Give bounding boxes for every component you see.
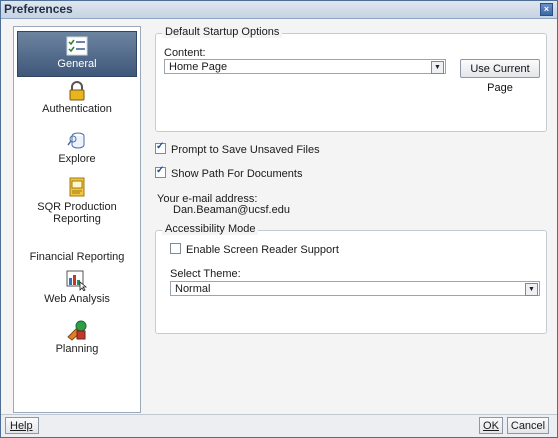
dropdown-arrow-icon[interactable]: ▼: [525, 283, 538, 296]
sidebar-item-explore[interactable]: Explore: [14, 131, 140, 171]
theme-select-value: Normal: [175, 283, 211, 295]
title-bar[interactable]: Preferences ×: [1, 1, 557, 19]
planning-icon: [67, 320, 87, 341]
theme-label: Select Theme:: [170, 268, 241, 280]
ok-button[interactable]: OK: [479, 417, 503, 434]
close-icon[interactable]: ×: [540, 3, 553, 16]
prompt-save-checkbox[interactable]: [155, 141, 166, 154]
screen-reader-checkbox[interactable]: [170, 243, 181, 254]
report-icon: [69, 177, 85, 197]
sidebar-item-planning[interactable]: Planning: [14, 319, 140, 361]
chart-icon: [66, 270, 88, 291]
content-select-value: Home Page: [169, 61, 228, 73]
category-sidebar: General Authentication Explore SQR Produ…: [13, 26, 141, 413]
show-path-label: Show Path For Documents: [171, 168, 303, 180]
cancel-button[interactable]: Cancel: [507, 417, 549, 434]
content-select[interactable]: Home Page ▼: [164, 59, 446, 74]
sidebar-item-label: SQR Production Reporting: [37, 201, 117, 225]
show-path-checkbox[interactable]: [155, 165, 166, 178]
startup-options-legend: Default Startup Options: [162, 26, 283, 38]
sidebar-item-label: Planning: [55, 343, 99, 355]
accessibility-legend: Accessibility Mode: [162, 223, 259, 235]
dialog-footer: Help OK Cancel: [1, 414, 557, 437]
sidebar-item-label: Authentication: [42, 103, 112, 115]
use-current-page-button[interactable]: Use Current Page: [460, 59, 540, 94]
accessibility-group: Accessibility Mode Enable Screen Reader …: [155, 223, 547, 334]
preferences-dialog: Preferences × General Authentication Exp…: [0, 0, 558, 438]
prompt-save-option[interactable]: Prompt to Save Unsaved Files: [155, 141, 320, 156]
dropdown-arrow-icon[interactable]: ▼: [431, 61, 444, 74]
theme-select[interactable]: Normal ▼: [170, 281, 540, 296]
screen-reader-option[interactable]: Enable Screen Reader Support: [170, 243, 339, 256]
content-label: Content:: [164, 47, 206, 59]
sidebar-item-label: General: [57, 58, 97, 70]
sidebar-item-authentication[interactable]: Authentication: [14, 81, 140, 121]
email-value: Dan.Beaman@ucsf.edu: [173, 204, 290, 216]
sidebar-item-sqr-production-reporting[interactable]: SQR Production Reporting: [14, 177, 140, 225]
lock-icon: [69, 81, 85, 101]
screen-reader-label: Enable Screen Reader Support: [186, 244, 339, 256]
dialog-title: Preferences: [4, 2, 73, 16]
sidebar-item-label: Explore: [58, 153, 96, 165]
sidebar-item-financial-reporting[interactable]: Financial Reporting: [14, 249, 140, 265]
prompt-save-label: Prompt to Save Unsaved Files: [171, 144, 320, 156]
database-icon: [67, 132, 85, 149]
sidebar-item-label: Financial Reporting: [29, 251, 125, 263]
sidebar-item-general[interactable]: General: [17, 31, 137, 77]
sidebar-item-web-analysis[interactable]: Web Analysis: [14, 269, 140, 311]
help-button[interactable]: Help: [5, 417, 39, 434]
sidebar-item-label: Web Analysis: [44, 293, 110, 305]
startup-options-group: Default Startup Options Content: Home Pa…: [155, 26, 547, 132]
checklist-icon: [66, 36, 88, 56]
show-path-option[interactable]: Show Path For Documents: [155, 165, 303, 180]
